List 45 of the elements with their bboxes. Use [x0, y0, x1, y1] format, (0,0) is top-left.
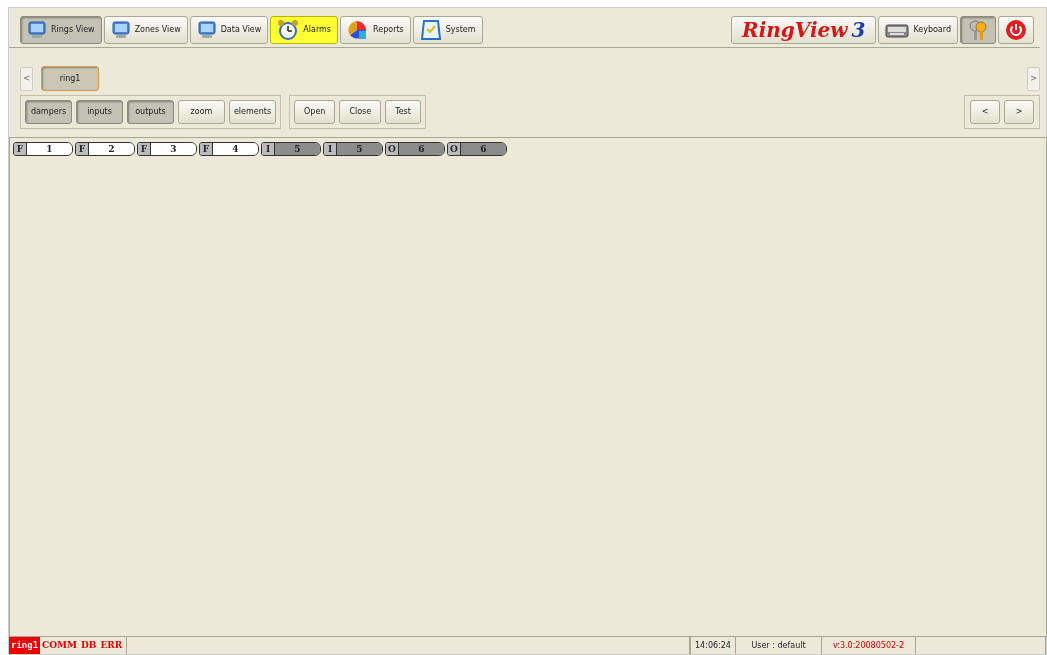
element-chip[interactable]: I 5: [261, 142, 321, 156]
pager-button[interactable]: >: [1004, 100, 1034, 124]
action-button[interactable]: Close: [339, 100, 382, 124]
app-logo: RingView 3: [731, 16, 877, 44]
element-chip[interactable]: F 3: [137, 142, 197, 156]
checklist-icon: [419, 19, 442, 41]
power-button[interactable]: [998, 16, 1034, 44]
element-chip[interactable]: O 6: [447, 142, 507, 156]
alarm-clock-icon: [277, 19, 300, 41]
nav-button[interactable]: Data View: [189, 16, 269, 44]
nav-button[interactable]: System: [412, 16, 483, 44]
keyboard-button[interactable]: Keyboard: [878, 16, 958, 44]
element-chip[interactable]: F 2: [75, 142, 135, 156]
nav-button[interactable]: Rings View: [20, 16, 102, 44]
status-indicator: ERR: [99, 638, 124, 652]
status-user: User : default: [736, 637, 822, 654]
action-button[interactable]: Test: [385, 100, 421, 124]
element-chip[interactable]: F 4: [199, 142, 259, 156]
tab-scroll-left[interactable]: <: [20, 66, 33, 91]
pager-button[interactable]: <: [970, 100, 1000, 124]
status-version: v:3.0:20080502-2: [822, 637, 916, 654]
monitor-icon: [110, 21, 131, 39]
status-indicator: ring1: [9, 637, 41, 654]
monitor-icon: [196, 21, 217, 39]
power-icon: [1005, 19, 1027, 41]
nav-button[interactable]: Alarms: [270, 16, 339, 44]
status-time: 14:06:24: [690, 637, 736, 654]
status-indicator: COMM: [41, 638, 79, 652]
filter-button[interactable]: outputs: [127, 100, 174, 124]
element-chip[interactable]: O 6: [385, 142, 445, 156]
element-chip[interactable]: I 5: [323, 142, 383, 156]
nav-button[interactable]: Zones View: [103, 16, 188, 44]
filter-button[interactable]: zoom: [178, 100, 225, 124]
filter-button[interactable]: inputs: [76, 100, 123, 124]
element-chip[interactable]: F 1: [13, 142, 73, 156]
action-button[interactable]: Open: [294, 100, 336, 124]
filter-button[interactable]: dampers: [25, 100, 72, 124]
ring-tab[interactable]: ring1: [41, 66, 99, 91]
status-indicator: DB: [80, 638, 98, 652]
monitor-icon: [27, 21, 47, 39]
nav-button[interactable]: Reports: [340, 16, 411, 44]
keys-icon: [967, 19, 989, 41]
filter-button[interactable]: elements: [229, 100, 276, 124]
tab-scroll-right[interactable]: >: [1027, 66, 1040, 91]
keyboard-icon: [885, 22, 910, 38]
